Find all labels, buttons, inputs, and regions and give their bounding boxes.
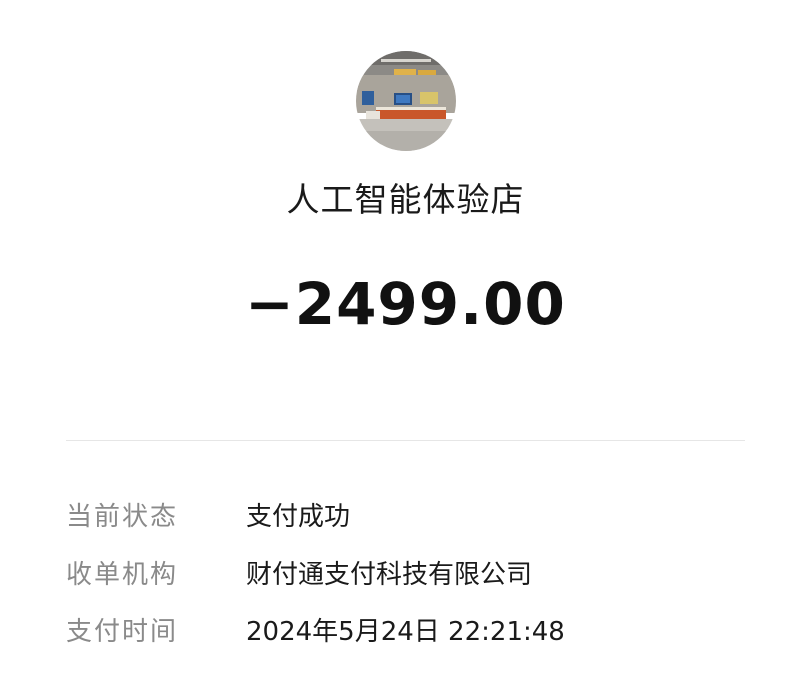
detail-row-payment-time: 支付时间 2024年5月24日 22:21:48 xyxy=(66,612,746,652)
payment-time-value: 2024年5月24日 22:21:48 xyxy=(246,617,565,647)
payment-amount: −2499.00 xyxy=(245,270,566,338)
merchant-name: 人工智能体验店 xyxy=(286,180,525,219)
status-value: 支付成功 xyxy=(246,502,351,532)
divider xyxy=(66,440,745,441)
merchant-avatar xyxy=(356,51,456,151)
store-photo-icon xyxy=(356,51,456,151)
payment-time-label: 支付时间 xyxy=(66,617,179,647)
payment-detail-page: 人工智能体验店 −2499.00 当前状态 支付成功 收单机构 财付通支付科技有… xyxy=(0,0,811,675)
detail-row-status: 当前状态 支付成功 xyxy=(66,497,746,537)
detail-row-acquirer: 收单机构 财付通支付科技有限公司 xyxy=(66,555,746,595)
acquirer-value: 财付通支付科技有限公司 xyxy=(246,560,533,590)
acquirer-label: 收单机构 xyxy=(66,560,179,590)
status-label: 当前状态 xyxy=(66,502,179,532)
